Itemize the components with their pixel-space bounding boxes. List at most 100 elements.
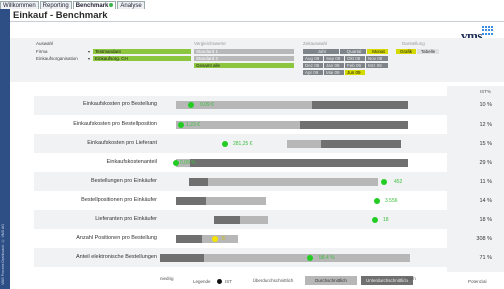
left-sidebar: VMS Process Dashboard - © VMS AG [0,9,10,289]
month-jun09[interactable]: Jun 09 [345,70,365,75]
vergleich-label: Vergleichswerte [194,41,226,46]
bar-average [208,178,378,186]
logo-grid-icon [482,26,493,35]
potenzial-label: Potenzial [468,279,487,284]
month-dez08[interactable]: Dez 08 [303,63,323,68]
kpi-label: Einkaufskosten pro Bestellung [83,101,157,107]
ist-percent: 15 % [479,141,492,147]
ist-percent: 10 % [479,102,492,108]
tab-benchmark[interactable]: Benchmark [72,1,117,9]
title-divider [10,21,504,22]
bar-below-average [176,197,206,205]
ist-value: 3.556 [385,198,398,204]
month-mai09[interactable]: Mai 09 [324,70,344,75]
zeitauswahl-label: Zeitauswahl [303,41,328,46]
vergleich-option-1[interactable]: Standard 1 [194,49,294,54]
zeit-quartal[interactable]: Quartal [340,49,366,54]
month-feb09[interactable]: Feb 09 [345,63,365,68]
ist-legend-icon [217,279,222,284]
kpi-label: Einkaufskosten pro Lieferant [87,140,157,146]
ist-marker-icon [374,198,380,204]
tab-benchmark-label: Benchmark [75,3,109,9]
ist-value: 0,09 % [180,160,196,166]
scale-low-label: niedrig [160,276,174,281]
bar-average [287,140,321,148]
einkaufsorg-select[interactable]: Einkaufsorg. CH [93,56,191,61]
ist-marker-icon [178,122,184,128]
ist-percent: 12 % [479,122,492,128]
ist-value: 281,25 € [233,141,253,147]
kpi-label: Anteil elektronische Bestellungen [75,254,157,260]
bar-below-average [214,216,240,224]
ist-value: 8 [222,236,225,242]
legend-ist-label: IST [225,279,233,284]
bar-below-average [321,140,401,148]
bar-average [202,235,238,243]
kpi-label: Lieferanten pro Einkäufer [95,216,157,222]
ist-value: 18 [383,217,389,223]
vergleich-option-3[interactable]: Gesamt alle [194,63,294,68]
zeit-jahr[interactable]: Jahr [303,49,339,54]
bar-below-average [160,254,204,262]
ist-percent: 308 % [476,236,492,242]
tab-willkommen[interactable]: Willkommen [0,1,39,9]
ist-percent-header: IST% [480,89,492,94]
firma-label: Firma [36,49,48,54]
month-sep08[interactable]: Sep 08 [324,56,344,61]
legend-label: Legende [193,279,211,284]
bar-below-average [176,235,202,243]
bar-below-average [300,121,408,129]
einkaufsorg-dropdown-icon[interactable]: ▾ [88,56,90,61]
bar-below-average [190,159,408,167]
kpi-label: Bestellpositionen pro Einkäufer [81,197,157,203]
bar-average [206,197,266,205]
ist-percent: 11 % [479,179,492,185]
bar-below-average [189,178,208,186]
view-grafik-button[interactable]: Grafik [396,49,416,54]
vergleich-option-2[interactable]: Standard 2 [194,56,294,61]
firma-select[interactable]: Testmandant [93,49,191,54]
ist-percent: 18 % [479,217,492,223]
zeit-monat[interactable]: Monat [367,49,388,54]
ist-marker-icon [372,217,378,223]
ist-value: 452 [394,179,403,185]
ist-value: 1,23 € [186,122,200,128]
tab-analyse[interactable]: Analyse [117,1,145,9]
bar-below-average [312,101,408,109]
auswahl-label: Auswahl [36,41,54,46]
kpi-label: Einkaufskosten pro Bestellposition [73,121,157,127]
ist-marker-icon [381,179,387,185]
ist-percent: 14 % [479,198,492,204]
month-okt08[interactable]: Okt 08 [345,56,365,61]
month-apr09[interactable]: Apr 09 [303,70,323,75]
ist-marker-icon [173,160,179,166]
tab-reporting[interactable]: Reporting [39,1,72,9]
einkaufsorg-label: Einkaufsorganisation [36,56,78,61]
ist-percent: 29 % [479,160,492,166]
ist-value: 58,4 % [319,255,335,261]
darstellung-label: Darstellung [402,41,425,46]
firma-dropdown-icon[interactable]: ▾ [88,49,90,54]
ist-percent: 71 % [479,255,492,261]
ist-marker-icon [222,141,228,147]
view-tabelle-button[interactable]: Tabelle [417,49,439,54]
bar-average [176,101,313,109]
legend-above-average: Überdurchschnittlich [245,276,301,285]
legend-average: Durchschnittlich [305,276,357,285]
month-mrz09[interactable]: Mrz 09 [366,63,388,68]
ist-marker-icon [188,102,194,108]
kpi-label: Einkaufskostenanteil [106,159,157,165]
page-title: Einkauf - Benchmark [13,10,108,21]
month-aug08[interactable]: Aug 08 [303,56,323,61]
month-nov08[interactable]: Nov 08 [366,56,388,61]
kpi-label: Bestellungen pro Einkäufer [90,178,157,184]
ist-marker-icon [212,236,218,242]
tab-bar: Willkommen Reporting Benchmark Analyse [0,0,146,9]
kpi-label: Anzahl Positionen pro Bestellung [76,235,157,241]
ist-marker-icon [307,255,313,261]
month-jan09[interactable]: Jan 09 [324,63,344,68]
scale-high-label: hoch [406,276,416,281]
active-indicator-icon [109,3,114,8]
ist-value: 9,09 € [200,102,214,108]
bar-average [240,216,268,224]
